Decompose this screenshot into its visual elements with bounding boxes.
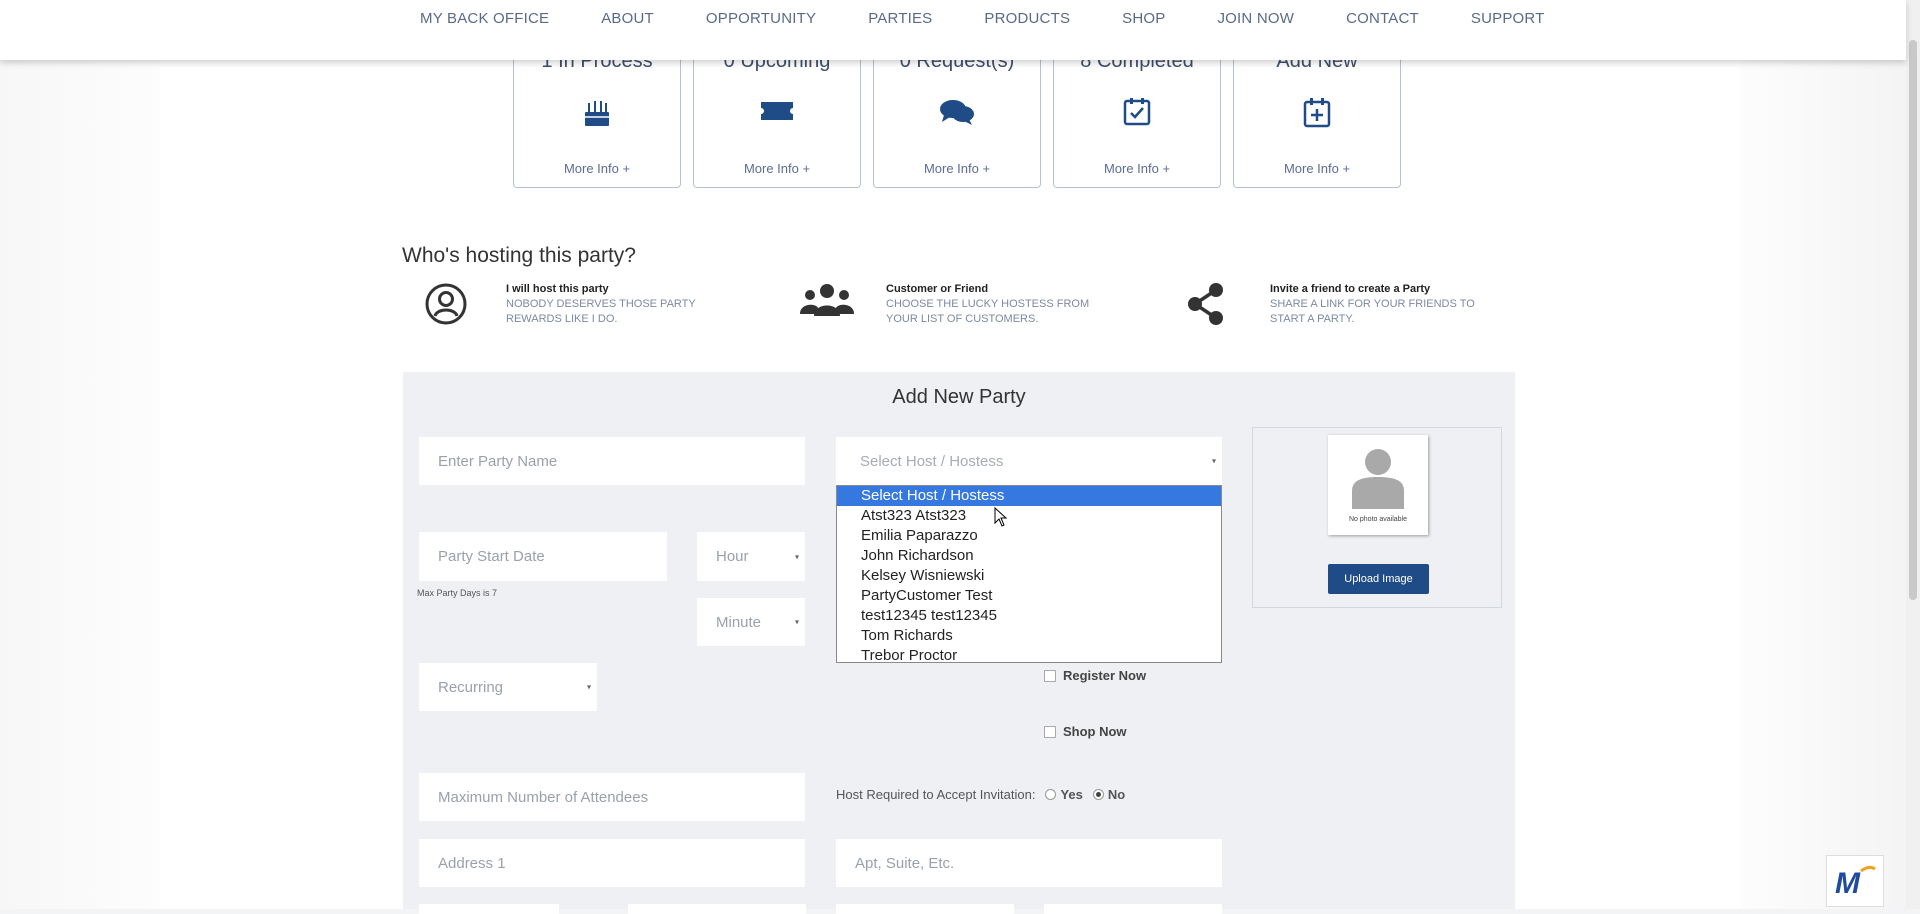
more-info-link[interactable]: More Info + [1054,161,1220,176]
scrollbar-thumb[interactable] [1909,40,1917,600]
host-photo: No photo available [1328,435,1428,535]
host-option-title: Invite a friend to create a Party [1270,283,1431,295]
calendar-plus-icon [1234,98,1400,133]
hour-select-value: Hour [716,548,749,565]
panel-title: Add New Party [892,386,1026,408]
party-name-input[interactable]: Enter Party Name [419,437,805,485]
host-option-item[interactable]: test12345 test12345 [837,606,1221,626]
mouse-cursor-icon [994,507,1008,527]
nav-my-back-office[interactable]: MY BACK OFFICE [420,10,549,27]
users-group-icon [800,282,854,332]
host-accept-label: Host Required to Accept Invitation: [836,787,1036,802]
host-option-desc: CHOOSE THE LUCKY HOSTESS FROM YOUR LIST … [886,298,1090,325]
host-option-item[interactable]: Tom Richards [837,626,1221,646]
chevron-down-icon: ▾ [586,682,591,692]
upload-image-button[interactable]: Upload Image [1328,564,1429,594]
host-select-value: Select Host / Hostess [860,452,1004,470]
nav-join-now[interactable]: JOIN NOW [1217,10,1294,27]
ticket-icon [694,98,860,129]
max-party-days-note: Max Party Days is 7 [417,588,498,598]
chevron-down-icon: ▾ [794,552,799,561]
more-info-link[interactable]: More Info + [694,161,860,176]
host-option-item[interactable]: PartyCustomer Test [837,586,1221,606]
chevron-down-icon: ▾ [794,617,799,627]
radio-yes[interactable] [1045,789,1057,800]
zip-input[interactable] [836,904,1014,914]
party-status-cards: 1 In Process More Info + 0 Upcoming More… [513,40,1413,188]
host-option-item[interactable]: Atst323 Atst323 [837,506,1221,526]
hour-select[interactable]: Hour ▾ [697,532,805,581]
nav-shop[interactable]: SHOP [1122,10,1165,27]
photo-upload-box: No photo available Upload Image [1252,427,1502,608]
host-option-title: I will host this party [506,283,609,295]
avatar-placeholder-icon [1352,449,1404,509]
host-option-self[interactable]: I will host this party NOBODY DESERVES T… [424,282,716,332]
card-upcoming[interactable]: 0 Upcoming More Info + [693,40,861,188]
shop-now-checkbox[interactable]: Shop Now [1044,724,1127,739]
card-requests[interactable]: 0 Request(s) More Info + [873,40,1041,188]
nav-parties[interactable]: PARTIES [868,10,932,27]
right-gutter [1740,0,1920,909]
host-option-item[interactable]: Kelsey Wisniewski [837,566,1221,586]
scrollbar[interactable] [1906,0,1920,909]
max-attendees-input[interactable]: Maximum Number of Attendees [419,773,805,821]
radio-yes-label: Yes [1060,787,1083,802]
nav-products[interactable]: PRODUCTS [984,10,1070,27]
apt-suite-input[interactable]: Apt, Suite, Etc. [836,839,1222,887]
host-option-desc: SHARE A LINK FOR YOUR FRIENDS TO START A… [1270,298,1475,325]
nav-contact[interactable]: CONTACT [1346,10,1419,27]
more-info-link[interactable]: More Info + [514,161,680,176]
share-icon [1186,282,1236,332]
register-now-checkbox[interactable]: Register Now [1044,668,1146,683]
more-info-link[interactable]: More Info + [874,161,1040,176]
checkbox-box[interactable] [1044,669,1056,682]
host-option-customer[interactable]: Customer or Friend CHOOSE THE LUCKY HOST… [800,282,1096,332]
chevron-down-icon: ▾ [1211,456,1216,466]
card-add-new[interactable]: Add New More Info + [1233,40,1401,188]
host-option-item[interactable]: Trebor Proctor [837,646,1221,666]
city-input[interactable] [419,904,559,914]
recurring-select-value: Recurring [438,678,504,696]
host-heading: Who's hosting this party? [402,244,636,267]
more-info-link[interactable]: More Info + [1234,161,1400,176]
card-in-process[interactable]: 1 In Process More Info + [513,40,681,188]
chat-bubbles-icon [874,98,1040,131]
radio-no-label: No [1107,787,1126,802]
host-option-invite[interactable]: Invite a friend to create a Party SHARE … [1186,282,1480,332]
register-now-label: Register Now [1063,668,1147,683]
host-option-item[interactable]: John Richardson [837,546,1221,566]
no-photo-caption: No photo available [1349,516,1407,523]
minute-select-value: Minute [716,613,762,631]
host-option-item[interactable]: Emilia Paparazzo [837,526,1221,546]
host-select[interactable]: Select Host / Hostess ▾ [836,437,1222,485]
host-dropdown-list: Select Host / Hostess Atst323 Atst323 Em… [836,485,1222,666]
host-accept-row: Host Required to Accept Invitation: Yes … [836,787,1125,802]
host-option-item[interactable]: Select Host / Hostess [837,486,1221,506]
card-completed[interactable]: 8 Completed More Info + [1053,40,1221,188]
shop-now-label: Shop Now [1063,724,1127,739]
nav-opportunity[interactable]: OPPORTUNITY [706,10,816,27]
party-start-date-input[interactable]: Party Start Date [419,532,667,581]
add-party-panel: Add New Party Enter Party Name Select Ho… [403,372,1515,914]
nav-support[interactable]: SUPPORT [1471,10,1545,27]
state-input[interactable] [628,904,806,914]
address1-input[interactable]: Address 1 [419,839,805,887]
check-square-icon [1054,98,1220,131]
country-input[interactable] [1044,904,1222,914]
host-option-desc: NOBODY DESERVES THOSE PARTY REWARDS LIKE… [506,298,696,325]
top-navigation: MY BACK OFFICE ABOUT OPPORTUNITY PARTIES… [0,0,1906,60]
left-gutter [0,0,160,909]
nav-about[interactable]: ABOUT [601,10,654,27]
svg-text:M: M [1835,867,1861,899]
user-circle-icon [424,282,474,332]
birthday-cake-icon [514,98,680,133]
host-option-title: Customer or Friend [886,283,989,295]
brand-logo: M [1826,855,1884,907]
minute-select[interactable]: Minute ▾ [697,598,805,646]
recurring-select[interactable]: Recurring ▾ [419,663,597,711]
radio-no[interactable] [1092,789,1104,800]
checkbox-box[interactable] [1044,725,1056,738]
